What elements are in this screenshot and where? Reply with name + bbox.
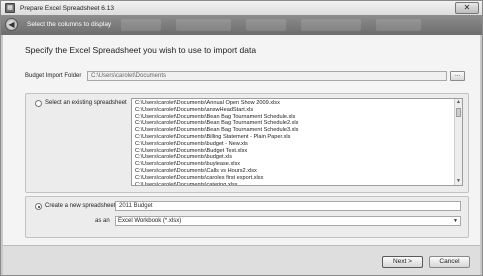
save-as-label: as an <box>95 218 110 224</box>
scroll-thumb[interactable] <box>456 108 461 117</box>
list-scrollbar[interactable]: ▲ ▼ <box>454 99 462 185</box>
spreadsheet-list-item[interactable]: C:\Users\carolet\Documents\caroles first… <box>134 175 452 182</box>
spreadsheet-list[interactable]: C:\Users\carolet\Documents\Annual Open S… <box>131 98 463 186</box>
folder-label: Budget Import Folder <box>25 73 82 79</box>
spreadsheet-list-item[interactable]: C:\Users\carolet\Documents\Bean Bag Tour… <box>134 127 452 134</box>
cancel-button[interactable]: Cancel <box>429 256 470 268</box>
new-spreadsheet-label: Create a new spreadsheet <box>45 203 116 209</box>
browse-folder-button[interactable]: ... <box>450 71 465 81</box>
wizard-header: ◀ Select the columns to display <box>1 15 482 35</box>
new-spreadsheet-radio[interactable] <box>35 203 42 210</box>
file-format-value: Excel Workbook (*.xlsx) <box>118 218 182 224</box>
spreadsheet-list-item[interactable]: C:\Users\carolet\Documents\Calls vs Hour… <box>134 168 452 175</box>
spreadsheet-list-items: C:\Users\carolet\Documents\Annual Open S… <box>134 100 452 185</box>
spreadsheet-list-item[interactable]: C:\Users\carolet\Documents\Budget Test.x… <box>134 148 452 155</box>
ribbon-ghost <box>376 19 421 31</box>
title-bar: ▦ Prepare Excel Spreadsheet 6.13 ✕ <box>1 1 482 15</box>
scroll-up-icon[interactable]: ▲ <box>455 99 462 106</box>
spreadsheet-list-item[interactable]: C:\Users\carolet\Documents\Annual Open S… <box>134 100 452 107</box>
close-button[interactable]: ✕ <box>455 2 479 14</box>
next-button[interactable]: Next > <box>382 256 423 268</box>
chevron-down-icon: ▼ <box>453 218 458 224</box>
footer-bar: Next > Cancel <box>3 245 480 275</box>
ribbon-ghost <box>121 19 161 31</box>
existing-spreadsheet-radio[interactable] <box>35 100 42 107</box>
existing-spreadsheet-label: Select an existing spreadsheet <box>45 100 127 106</box>
spreadsheet-list-item[interactable]: C:\Users\carolet\Documents\catering.xlsx <box>134 182 452 185</box>
ribbon-ghost <box>301 19 361 31</box>
file-format-select[interactable]: Excel Workbook (*.xlsx) ▼ <box>115 216 461 226</box>
spreadsheet-list-item[interactable]: C:\Users\carolet\Documents\Billing State… <box>134 134 452 141</box>
spreadsheet-list-item[interactable]: C:\Users\carolet\Documents\budget.xls <box>134 154 452 161</box>
spreadsheet-list-item[interactable]: C:\Users\carolet\Documents\budget - New.… <box>134 141 452 148</box>
close-icon: ✕ <box>463 3 471 12</box>
back-button[interactable]: ◀ <box>5 18 18 31</box>
folder-field[interactable]: C:\Users\carolet\Documents <box>87 71 447 81</box>
content-panel: Specify the Excel Spreadsheet you wish t… <box>3 35 480 245</box>
spreadsheet-list-item[interactable]: C:\Users\carolet\Documents\Bean Bag Tour… <box>134 120 452 127</box>
window-title: Prepare Excel Spreadsheet 6.13 <box>20 4 114 12</box>
spreadsheet-list-item[interactable]: C:\Users\carolet\Documents\buylease.xlsx <box>134 161 452 168</box>
ribbon-ghost <box>246 19 286 31</box>
page-heading: Specify the Excel Spreadsheet you wish t… <box>25 45 257 55</box>
back-arrow-icon: ◀ <box>8 20 15 29</box>
app-icon: ▦ <box>5 3 15 13</box>
scroll-down-icon[interactable]: ▼ <box>455 178 462 185</box>
spreadsheet-list-item[interactable]: C:\Users\carolet\Documents\Bean Bag Tour… <box>134 114 452 121</box>
new-spreadsheet-name-input[interactable]: 2011 Budget <box>115 201 461 211</box>
ribbon-ghost <box>176 19 231 31</box>
app-window: ▦ Prepare Excel Spreadsheet 6.13 ✕ ◀ Sel… <box>0 0 483 276</box>
step-title: Select the columns to display <box>27 21 112 28</box>
spreadsheet-list-item[interactable]: C:\Users\carolet\Documents\answHeadStart… <box>134 107 452 114</box>
